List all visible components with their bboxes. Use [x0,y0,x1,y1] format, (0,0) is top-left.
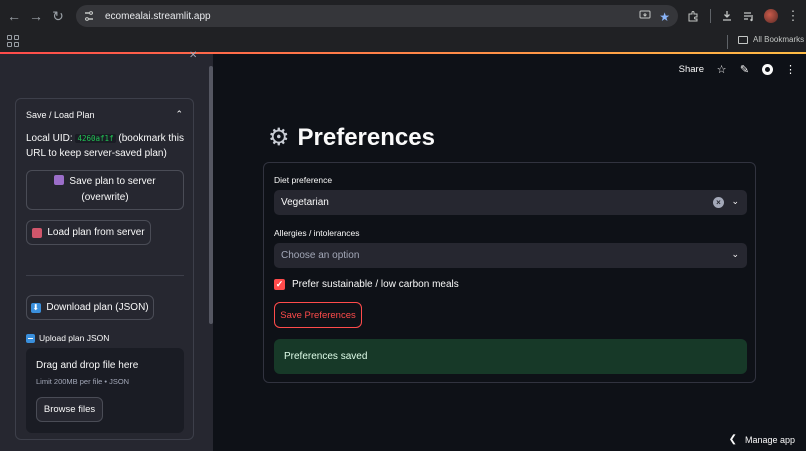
save-line1: Save plan to server [69,176,156,187]
back-arrow-icon[interactable]: ← [3,5,25,27]
star-icon[interactable]: ☆ [714,62,729,77]
divider [26,275,184,276]
browser-toolbar: ← → ↻ ecomealai.streamlit.app ★ ⋮ [0,0,806,32]
uid-info: Local UID: 4260af1f (bookmark this URL t… [26,131,186,161]
main-content: Share ☆ ✎ ⋮ ⚙ Preferences Diet preferenc… [213,54,806,451]
pencil-icon[interactable]: ✎ [737,62,752,77]
save-load-expander: Save / Load Plan ⌃ Local UID: 4260af1f (… [15,98,194,440]
browse-files-button[interactable]: Browse files [36,397,103,422]
bookmarks-bar: All Bookmarks [0,32,806,52]
preferences-form: Diet preference Vegetarian × ⌄ Allergies… [263,162,756,383]
load-label: Load plan from server [47,226,145,238]
download-label: Download plan (JSON) [46,301,149,313]
sidebar: ✕ Save / Load Plan ⌃ Local UID: 4260af1f… [0,50,213,451]
allergies-multiselect[interactable]: Choose an option ⌄ [274,243,747,268]
uid-label: Local UID: [26,133,73,144]
forward-arrow-icon[interactable]: → [25,5,47,27]
url-text[interactable]: ecomealai.streamlit.app [105,11,211,22]
diet-value: Vegetarian [281,197,329,208]
diet-label: Diet preference [274,175,333,185]
card-box-icon [32,227,43,238]
save-preferences-button[interactable]: Save Preferences [274,302,362,328]
allergies-label: Allergies / intolerances [274,228,360,238]
extensions-icon[interactable] [682,6,704,26]
clear-icon[interactable]: × [713,197,724,208]
download-arrow-icon [31,300,42,316]
bookmarks-divider [727,35,728,49]
save-plan-to-server-button[interactable]: Save plan to server (overwrite) [26,170,184,210]
load-plan-from-server-button[interactable]: Load plan from server [26,220,151,245]
success-message: Preferences saved [284,351,368,362]
dropzone-title: Drag and drop file here [36,360,139,371]
menu-icon[interactable]: ⋮ [782,6,804,26]
upload-plan-label: Upload plan JSON [26,333,109,343]
toolbar-divider [704,6,716,26]
sustainable-label[interactable]: Prefer sustainable / low carbon meals [292,279,459,290]
chevron-down-icon[interactable]: ⌄ [731,196,739,207]
dropzone-limit: Limit 200MB per file • JSON [36,377,130,386]
media-icon[interactable] [738,6,760,26]
chevron-down-icon[interactable]: ⌄ [731,249,739,260]
page-header: ⚙ Preferences [268,124,435,152]
uid-code: 4260af1f [75,134,116,143]
upload-icon [26,333,35,343]
github-icon[interactable] [760,62,775,77]
apps-icon[interactable] [7,35,19,47]
expander-header[interactable]: Save / Load Plan ⌃ [26,109,183,120]
folder-icon [738,35,748,44]
chevron-up-icon[interactable]: ⌃ [175,109,183,120]
checkbox-checked-icon[interactable]: ✓ [274,279,285,290]
all-bookmarks-button[interactable]: All Bookmarks [738,35,804,44]
star-icon[interactable]: ★ [659,10,670,24]
share-button[interactable]: Share [679,64,704,75]
menu-icon[interactable]: ⋮ [783,62,798,77]
download-plan-button[interactable]: Download plan (JSON) [26,295,154,320]
reload-icon[interactable]: ↻ [47,5,69,27]
site-settings-icon[interactable] [82,9,96,23]
chevron-left-icon: ❮ [728,434,737,445]
diet-select[interactable]: Vegetarian × ⌄ [274,190,747,215]
install-app-icon[interactable] [639,8,651,26]
manage-app-label: Manage app [744,434,795,445]
expander-title: Save / Load Plan [26,109,95,120]
address-bar[interactable]: ecomealai.streamlit.app ★ [76,5,678,27]
save-line2: (overwrite) [81,192,129,203]
app-toolbar: Share ☆ ✎ ⋮ [679,62,798,77]
manage-app-button[interactable]: ❮ Manage app [729,434,795,445]
download-icon[interactable] [716,6,738,26]
gear-icon: ⚙ [268,124,290,151]
close-icon[interactable]: ✕ [189,50,197,61]
profile-avatar[interactable] [760,6,782,26]
floppy-disk-icon [54,175,65,185]
file-dropzone[interactable]: Drag and drop file here Limit 200MB per … [26,348,184,433]
allergies-placeholder: Choose an option [281,250,360,261]
success-alert: Preferences saved [274,339,747,374]
all-bookmarks-label: All Bookmarks [753,35,805,44]
sustainable-checkbox-row[interactable]: ✓ Prefer sustainable / low carbon meals [274,279,459,290]
upload-label-text: Upload plan JSON [39,333,110,343]
page-title: Preferences [297,124,435,151]
